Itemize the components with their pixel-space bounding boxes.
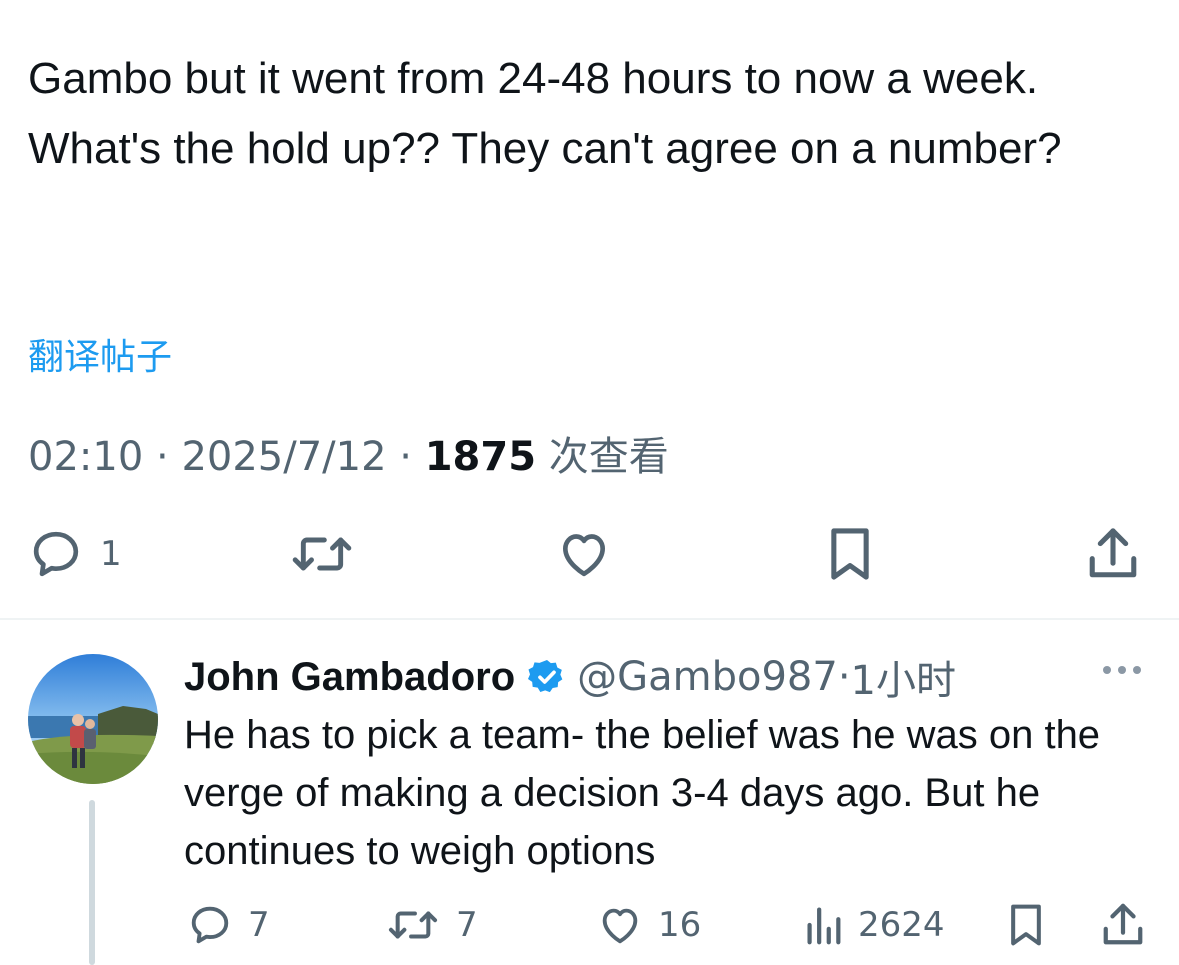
reply-retweet-button[interactable]: 7 [384, 902, 478, 948]
heart-icon [596, 902, 644, 948]
translate-post-link[interactable]: 翻译帖子 [28, 328, 172, 380]
reply-time: 1小时 [850, 658, 956, 704]
share-upload-icon [1100, 900, 1146, 950]
thread-connector [89, 800, 95, 965]
reply-likes-count: 16 [658, 905, 702, 945]
tweet-text: Gambo but it went from 24-48 hours to no… [28, 54, 1062, 173]
reply-views-button[interactable]: 2624 [802, 902, 945, 948]
reply-count: 1 [100, 534, 122, 574]
reply-reply-button[interactable]: 7 [186, 902, 270, 948]
tweet-metadata: 02:10 · 2025/7/12 · 1875 次查看 [28, 434, 669, 480]
retweet-button[interactable] [286, 526, 358, 582]
reply-header: John Gambadoro @Gambo987 · 1小时 [184, 648, 956, 706]
reply-views-count: 2624 [858, 905, 945, 945]
verified-badge-icon [527, 657, 567, 697]
tweet-views-count: 1875 [424, 434, 537, 480]
bookmark-icon [1004, 900, 1048, 950]
share-button[interactable] [1084, 524, 1142, 584]
bookmark-icon [822, 524, 878, 584]
heart-icon [554, 526, 614, 582]
reply-retweets-count: 7 [456, 905, 478, 945]
share-upload-icon [1084, 524, 1142, 584]
like-button[interactable] [554, 526, 614, 582]
reply-button[interactable]: 1 [26, 526, 122, 582]
tweet-date[interactable]: 2025/7/12 [181, 434, 386, 480]
reply-author-name[interactable]: John Gambadoro [184, 655, 515, 700]
reply-share-button[interactable] [1100, 900, 1146, 950]
reply-like-button[interactable]: 16 [596, 902, 701, 948]
bookmark-button[interactable] [822, 524, 878, 584]
retweet-arrows-icon [286, 526, 358, 582]
avatar[interactable] [28, 654, 158, 784]
bar-chart-icon [802, 902, 844, 948]
reply-author-handle[interactable]: @Gambo987 [577, 654, 838, 700]
tweet-views-label: 次查看 [548, 434, 669, 480]
tweet-time: 02:10 [28, 434, 144, 480]
more-dots-icon[interactable] [1100, 660, 1144, 685]
reply-replies-count: 7 [248, 905, 270, 945]
retweet-arrows-icon [384, 902, 442, 948]
speech-bubble-icon [26, 526, 86, 582]
divider [0, 618, 1179, 620]
reply-text: He has to pick a team- the belief was he… [184, 713, 1101, 873]
reply-bookmark-button[interactable] [1004, 900, 1048, 950]
speech-bubble-icon [186, 902, 234, 948]
